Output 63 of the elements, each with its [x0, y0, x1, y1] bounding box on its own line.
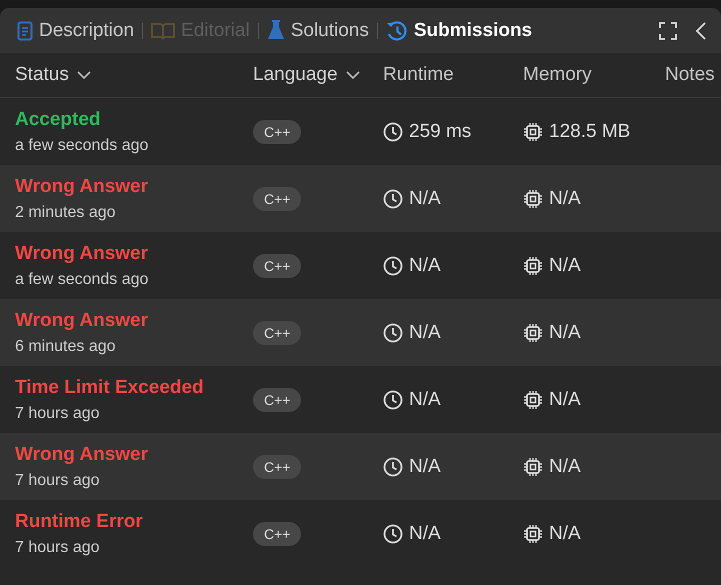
memory-value: N/A: [549, 522, 581, 544]
column-header: Notes: [665, 64, 715, 86]
memory-value: N/A: [549, 254, 581, 276]
clock-icon: [383, 188, 403, 208]
memory-value: N/A: [549, 322, 581, 344]
document-icon: [17, 20, 33, 40]
chip-icon: [523, 322, 543, 342]
chevron-down-icon: [76, 70, 91, 80]
flask-icon: [266, 20, 285, 41]
memory-value: N/A: [549, 188, 581, 210]
chip-icon: [523, 188, 543, 208]
language-badge: C++: [253, 320, 302, 344]
column-header: Memory: [523, 64, 592, 86]
status-label[interactable]: Runtime Error: [15, 510, 253, 532]
chip-icon: [523, 456, 543, 476]
chip-icon: [523, 524, 543, 544]
runtime-value: N/A: [409, 254, 441, 276]
runtime-value: N/A: [409, 188, 441, 210]
memory-value: N/A: [549, 456, 581, 478]
runtime-value: N/A: [409, 456, 441, 478]
column-header[interactable]: Status: [15, 64, 69, 86]
language-badge: C++: [253, 522, 302, 546]
language-badge: C++: [253, 454, 302, 478]
column-header: Runtime: [383, 64, 454, 86]
chip-icon: [523, 390, 543, 410]
tab[interactable]: Submissions: [380, 14, 538, 48]
status-label[interactable]: Wrong Answer: [15, 176, 253, 198]
language-badge: C++: [253, 120, 302, 144]
status-label[interactable]: Wrong Answer: [15, 242, 253, 264]
submission-time: a few seconds ago: [15, 136, 150, 154]
runtime-value: N/A: [409, 388, 441, 410]
status-label[interactable]: Accepted: [15, 108, 253, 130]
status-label[interactable]: Wrong Answer: [15, 310, 253, 332]
memory-value: N/A: [549, 388, 581, 410]
language-badge: C++: [253, 388, 302, 412]
clock-icon: [383, 524, 403, 544]
status-label[interactable]: Wrong Answer: [15, 444, 253, 466]
chip-icon: [523, 122, 543, 142]
submission-time: 7 hours ago: [15, 472, 101, 490]
submission-time: 7 hours ago: [15, 538, 101, 556]
submission-time: 2 minutes ago: [15, 204, 117, 222]
tab[interactable]: Description: [12, 14, 140, 48]
tab[interactable]: Solutions: [262, 14, 374, 48]
chip-icon: [523, 256, 543, 276]
book-icon: [151, 22, 176, 40]
runtime-value: 259 ms: [409, 120, 472, 142]
history-icon: [386, 20, 408, 42]
column-header[interactable]: Language: [253, 64, 338, 86]
runtime-value: N/A: [409, 522, 441, 544]
submission-time: a few seconds ago: [15, 270, 150, 288]
status-label[interactable]: Time Limit Exceeded: [15, 376, 253, 398]
submission-time: 6 minutes ago: [15, 338, 117, 356]
chevron-down-icon: [346, 70, 360, 80]
language-badge: C++: [253, 186, 302, 210]
clock-icon: [383, 122, 403, 142]
language-badge: C++: [253, 254, 302, 278]
submission-time: 7 hours ago: [15, 404, 101, 422]
clock-icon: [383, 256, 403, 276]
memory-value: 128.5 MB: [549, 120, 630, 142]
clock-icon: [383, 456, 403, 476]
clock-icon: [383, 322, 403, 342]
runtime-value: N/A: [409, 322, 441, 344]
clock-icon: [383, 390, 403, 410]
